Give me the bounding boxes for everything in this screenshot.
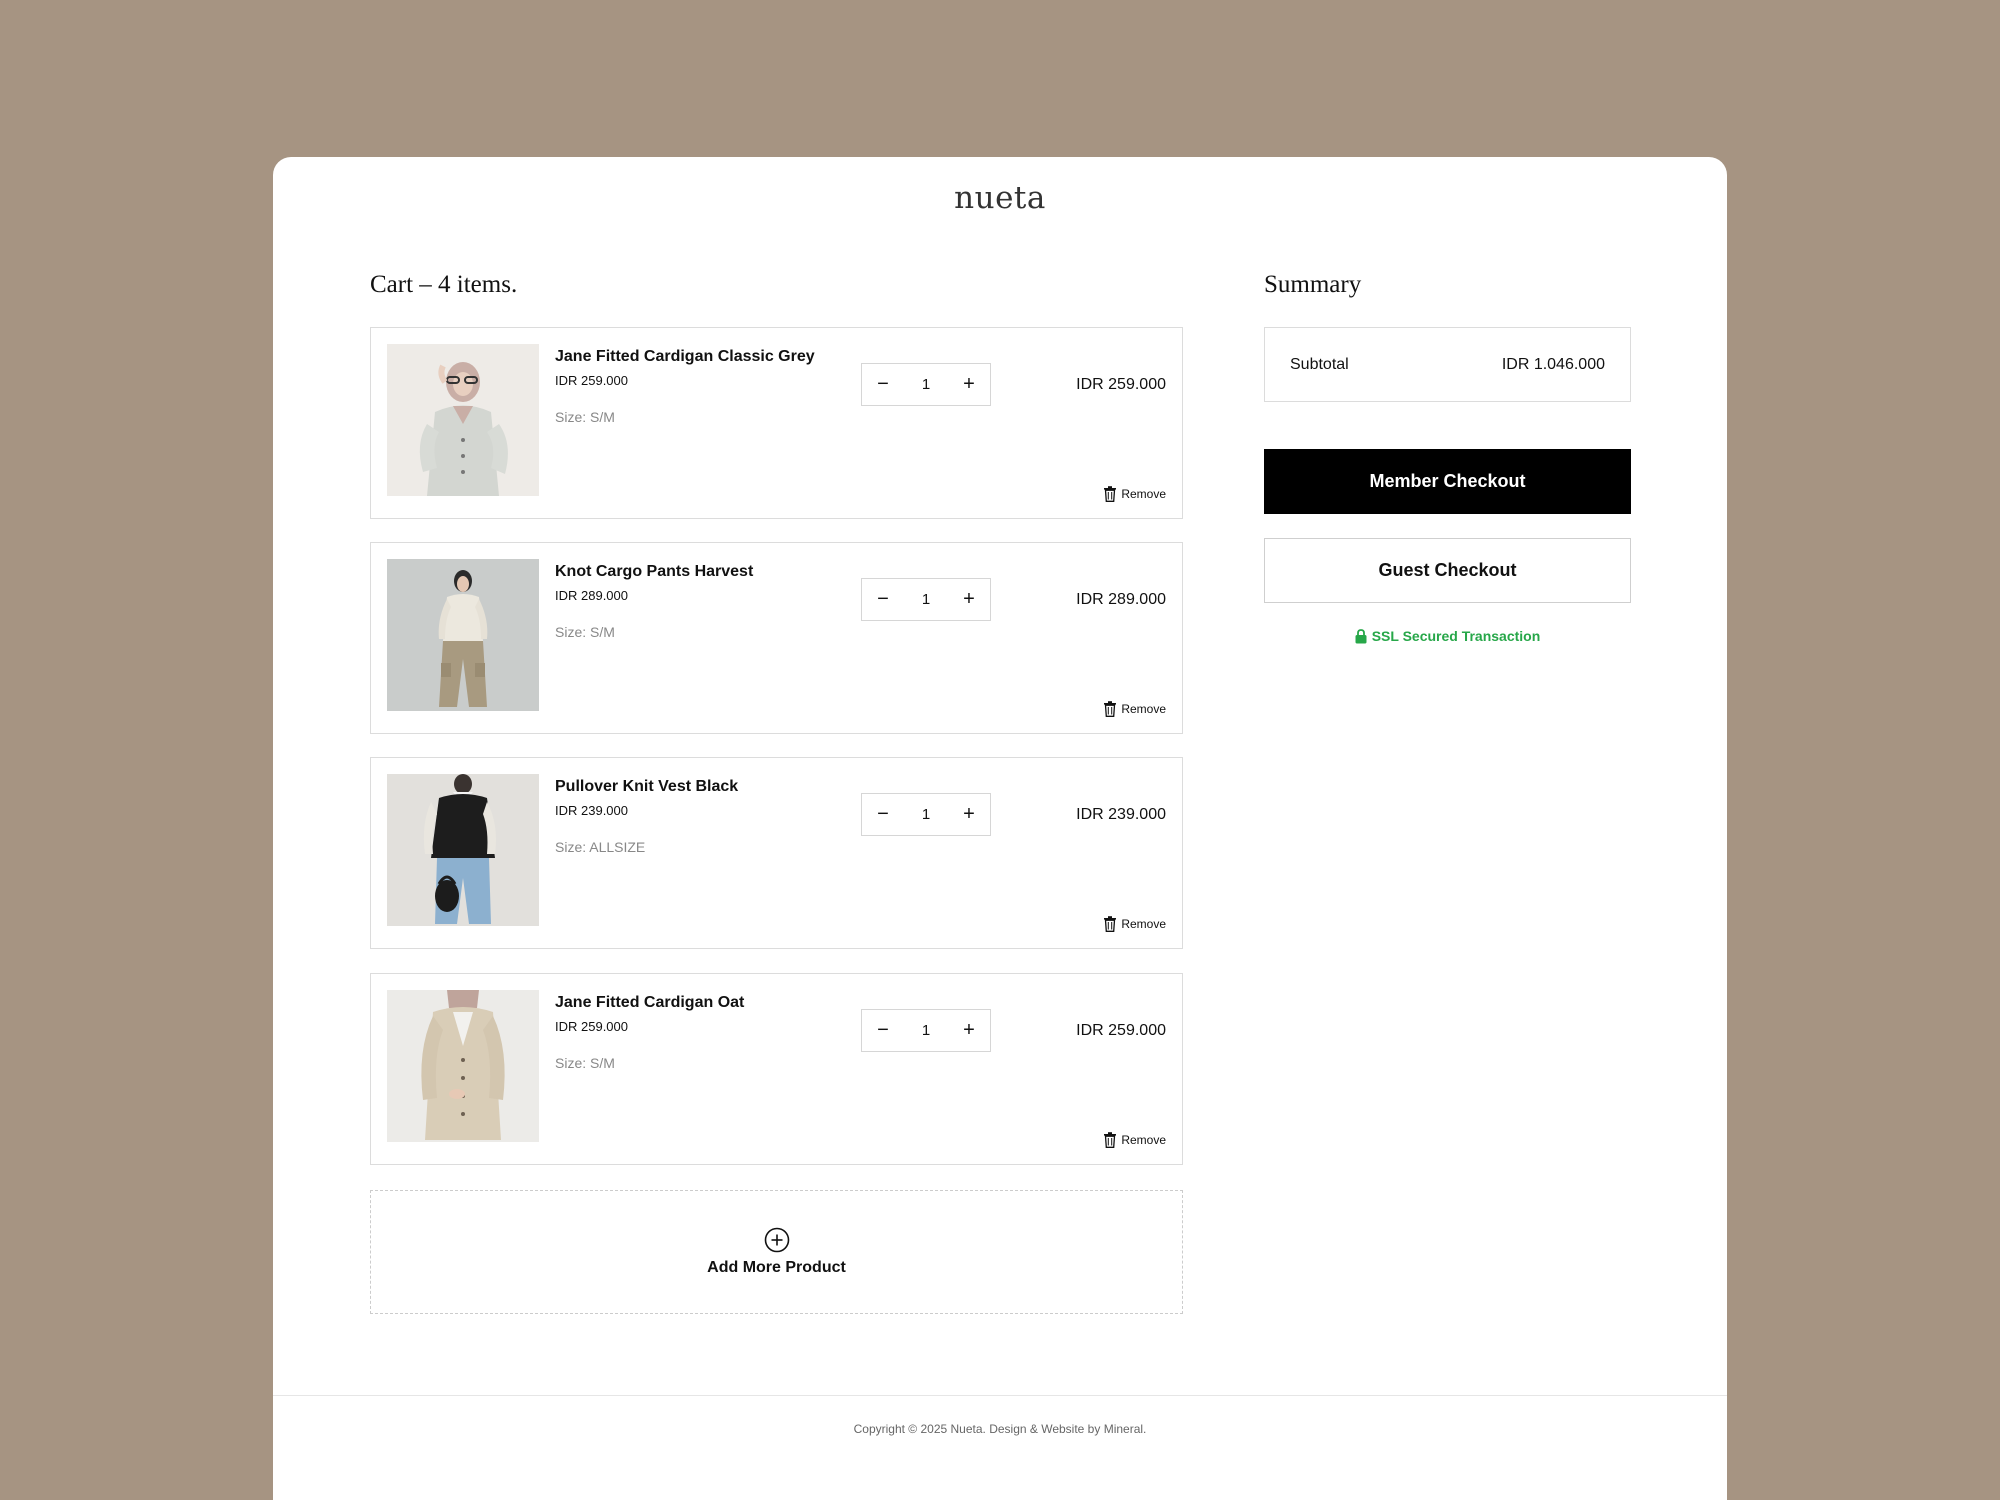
trash-icon <box>1104 916 1117 932</box>
line-total: IDR 289.000 <box>1076 591 1166 608</box>
guest-checkout-button[interactable]: Guest Checkout <box>1264 538 1631 603</box>
quantity-stepper: − 1 + <box>861 793 991 836</box>
remove-button[interactable]: Remove <box>1103 486 1166 502</box>
cart-item: Jane Fitted Cardigan Oat IDR 259.000 Siz… <box>370 973 1183 1165</box>
product-size: Size: ALLSIZE <box>555 839 646 855</box>
quantity-stepper: − 1 + <box>861 1009 991 1052</box>
quantity-stepper: − 1 + <box>861 363 991 406</box>
decrease-quantity-button[interactable]: − <box>862 794 904 835</box>
product-name[interactable]: Jane Fitted Cardigan Oat <box>555 994 744 1012</box>
product-photo-knit-vest <box>387 774 539 926</box>
remove-button[interactable]: Remove <box>1103 1132 1166 1148</box>
remove-button[interactable]: Remove <box>1103 916 1166 932</box>
line-total: IDR 239.000 <box>1076 806 1166 823</box>
lock-icon <box>1355 628 1367 643</box>
cart-item: Knot Cargo Pants Harvest IDR 289.000 Siz… <box>370 542 1183 734</box>
trash-icon <box>1104 701 1117 717</box>
quantity-value: 1 <box>921 1022 931 1039</box>
trash-icon <box>1104 1132 1117 1148</box>
product-image[interactable] <box>387 559 539 711</box>
product-photo-cargo-pants <box>387 559 539 711</box>
product-size: Size: S/M <box>555 624 615 640</box>
quantity-stepper: − 1 + <box>861 578 991 621</box>
cart-item: Jane Fitted Cardigan Classic Grey IDR 25… <box>370 327 1183 519</box>
increase-quantity-button[interactable]: + <box>948 794 990 835</box>
product-unit-price: IDR 259.000 <box>555 373 628 388</box>
product-unit-price: IDR 289.000 <box>555 588 628 603</box>
product-size: Size: S/M <box>555 1055 615 1071</box>
footer-divider <box>273 1395 1727 1396</box>
subtotal-label: Subtotal <box>1290 355 1349 373</box>
line-total: IDR 259.000 <box>1076 376 1166 393</box>
quantity-value: 1 <box>921 591 931 608</box>
remove-label: Remove <box>1121 1133 1166 1147</box>
brand-logo[interactable]: nueta <box>273 180 1727 216</box>
cart-item: Pullover Knit Vest Black IDR 239.000 Siz… <box>370 757 1183 949</box>
decrease-quantity-button[interactable]: − <box>862 364 904 405</box>
plus-circle-icon <box>764 1227 789 1253</box>
product-unit-price: IDR 259.000 <box>555 1019 628 1034</box>
subtotal-row: Subtotal IDR 1.046.000 <box>1264 327 1631 402</box>
increase-quantity-button[interactable]: + <box>948 1010 990 1051</box>
product-name[interactable]: Jane Fitted Cardigan Classic Grey <box>555 348 815 366</box>
quantity-value: 1 <box>921 806 931 823</box>
product-unit-price: IDR 239.000 <box>555 803 628 818</box>
increase-quantity-button[interactable]: + <box>948 364 990 405</box>
cart-card: nueta Cart – 4 items. Jane Fitted Cardig… <box>273 157 1727 1500</box>
footer-copyright: Copyright © 2025 Nueta. Design & Website… <box>853 1422 1147 1436</box>
trash-icon <box>1104 486 1117 502</box>
summary-title: Summary <box>1264 271 1362 298</box>
decrease-quantity-button[interactable]: − <box>862 579 904 620</box>
remove-label: Remove <box>1121 487 1166 501</box>
product-size: Size: S/M <box>555 409 615 425</box>
product-image[interactable] <box>387 344 539 496</box>
product-photo-oat-cardigan <box>387 990 539 1142</box>
remove-label: Remove <box>1121 702 1166 716</box>
remove-label: Remove <box>1121 917 1166 931</box>
product-image[interactable] <box>387 774 539 926</box>
product-image[interactable] <box>387 990 539 1142</box>
add-more-label: Add More Product <box>707 1259 846 1276</box>
product-name[interactable]: Knot Cargo Pants Harvest <box>555 563 753 581</box>
cart-title: Cart – 4 items. <box>370 271 518 298</box>
product-photo-grey-cardigan <box>387 344 539 496</box>
quantity-value: 1 <box>921 376 931 393</box>
member-checkout-button[interactable]: Member Checkout <box>1264 449 1631 514</box>
decrease-quantity-button[interactable]: − <box>862 1010 904 1051</box>
line-total: IDR 259.000 <box>1076 1022 1166 1039</box>
add-more-product-button[interactable]: Add More Product <box>370 1190 1183 1314</box>
increase-quantity-button[interactable]: + <box>948 579 990 620</box>
remove-button[interactable]: Remove <box>1103 701 1166 717</box>
ssl-label: SSL Secured Transaction <box>1371 628 1541 644</box>
ssl-notice: SSL Secured Transaction <box>1264 628 1631 644</box>
product-name[interactable]: Pullover Knit Vest Black <box>555 778 738 796</box>
subtotal-value: IDR 1.046.000 <box>1501 355 1605 373</box>
